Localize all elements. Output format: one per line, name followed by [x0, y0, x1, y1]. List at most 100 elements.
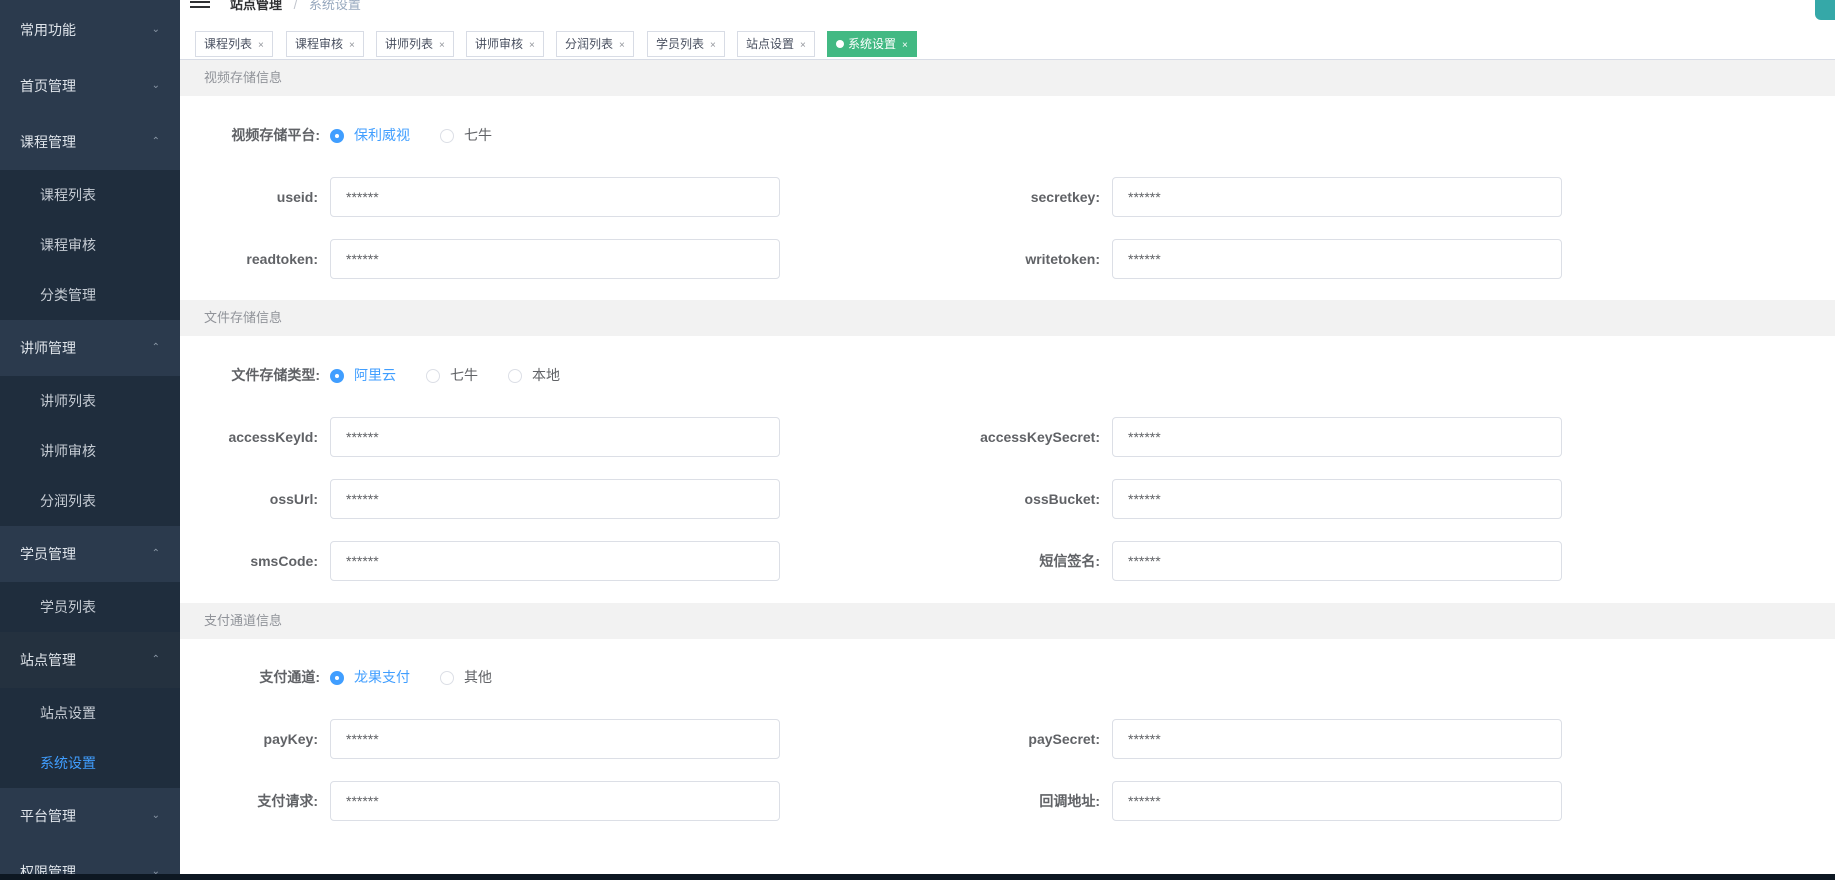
pay-channel-row: 支付通道: 龙果支付 其他 — [180, 665, 880, 689]
sidebar-group-label: 站点管理 — [20, 652, 76, 668]
radio-label: 阿里云 — [354, 367, 396, 383]
radio-label: 本地 — [532, 367, 560, 383]
sidebar-item-profit-list[interactable]: 分润列表 — [0, 476, 180, 526]
radio-checked-icon — [330, 369, 344, 383]
tag-label: 讲师审核 — [475, 37, 524, 51]
tag-profit-list[interactable]: 分润列表 × — [556, 31, 634, 57]
accesskeysecret-input[interactable] — [1112, 417, 1562, 457]
secretkey-input[interactable] — [1112, 177, 1562, 217]
tag-system-settings[interactable]: 系统设置 × — [827, 31, 917, 57]
tag-teacher-list[interactable]: 讲师列表 × — [376, 31, 454, 57]
field-label: 短信签名: — [1039, 553, 1100, 569]
field-label: 回调地址: — [1039, 793, 1100, 809]
tag-course-list[interactable]: 课程列表 × — [195, 31, 273, 57]
window-bottom-edge — [0, 874, 1835, 880]
sidebar-group-label: 讲师管理 — [20, 340, 76, 356]
breadcrumb-current: 系统设置 — [308, 0, 361, 12]
writetoken-input[interactable] — [1112, 239, 1562, 279]
sidebar-group-site[interactable]: 站点管理 ⌃ — [0, 632, 180, 688]
submenu-course: 课程列表 课程审核 分类管理 — [0, 170, 180, 320]
close-icon[interactable]: × — [710, 40, 716, 51]
tag-label: 讲师列表 — [385, 37, 434, 51]
chevron-down-icon: ⌄ — [151, 810, 160, 821]
file-type-label: 文件存储类型: — [231, 367, 320, 383]
radio-label: 保利威视 — [354, 127, 410, 143]
sidebar-item-course-list[interactable]: 课程列表 — [0, 170, 180, 220]
video-platform-row: 视频存储平台: 保利威视 七牛 — [180, 123, 880, 147]
sidebar-group-label: 首页管理 — [20, 78, 76, 94]
chevron-down-icon: ⌄ — [151, 80, 160, 91]
sidebar-group-teacher[interactable]: 讲师管理 ⌃ — [0, 320, 180, 376]
field-writetoken: writetoken: — [180, 239, 1780, 279]
sms-sign-input[interactable] — [1112, 541, 1562, 581]
sidebar-group-label: 权限管理 — [20, 864, 76, 874]
sidebar-item-label: 讲师审核 — [40, 443, 96, 459]
sidebar-group-platform[interactable]: 平台管理 ⌄ — [0, 788, 180, 844]
callback-input[interactable] — [1112, 781, 1562, 821]
sidebar-group-permission[interactable]: 权限管理 ⌄ — [0, 844, 180, 874]
breadcrumb-root[interactable]: 站点管理 — [230, 0, 282, 12]
radio-unchecked-icon — [440, 671, 454, 685]
section-video-storage: 视频存储信息 — [180, 60, 1835, 96]
sidebar-group-home[interactable]: 首页管理 ⌄ — [0, 58, 180, 114]
sidebar-item-site-settings[interactable]: 站点设置 — [0, 688, 180, 738]
tag-student-list[interactable]: 学员列表 × — [647, 31, 725, 57]
settings-corner-button[interactable] — [1815, 0, 1835, 20]
tag-course-review[interactable]: 课程审核 × — [286, 31, 364, 57]
sidebar-item-course-review[interactable]: 课程审核 — [0, 220, 180, 270]
close-icon[interactable]: × — [258, 40, 264, 51]
close-icon[interactable]: × — [529, 40, 535, 51]
field-accesskeysecret: accessKeySecret: — [180, 417, 1780, 457]
sidebar-group-label: 常用功能 — [20, 22, 76, 38]
close-icon[interactable]: × — [439, 40, 445, 51]
sidebar-item-teacher-review[interactable]: 讲师审核 — [0, 426, 180, 476]
sidebar-group-student[interactable]: 学员管理 ⌃ — [0, 526, 180, 582]
tags-view: 课程列表 × 课程审核 × 讲师列表 × 讲师审核 × 分润列表 × 学员列表 × 站点设置… — [180, 24, 1835, 60]
paysecret-input[interactable] — [1112, 719, 1562, 759]
close-icon[interactable]: × — [619, 40, 625, 51]
main-content: 视频存储信息 视频存储平台: 保利威视 七牛 useid: secretkey:… — [180, 60, 1835, 874]
sidebar-item-label: 学员列表 — [40, 599, 96, 615]
tag-label: 系统设置 — [848, 37, 897, 51]
submenu-student: 学员列表 — [0, 582, 180, 632]
close-icon[interactable]: × — [800, 40, 806, 51]
radio-checked-icon — [330, 671, 344, 685]
tag-site-settings[interactable]: 站点设置 × — [737, 31, 815, 57]
sidebar-item-teacher-list[interactable]: 讲师列表 — [0, 376, 180, 426]
radio-checked-icon — [330, 129, 344, 143]
chevron-down-icon: ⌄ — [151, 24, 160, 35]
breadcrumb-separator: / — [293, 0, 298, 12]
sidebar-item-student-list[interactable]: 学员列表 — [0, 582, 180, 632]
field-ossbucket: ossBucket: — [180, 479, 1780, 519]
sidebar-item-category[interactable]: 分类管理 — [0, 270, 180, 320]
sidebar-group-label: 课程管理 — [20, 134, 76, 150]
sidebar-item-label: 课程列表 — [40, 187, 96, 203]
submenu-teacher: 讲师列表 讲师审核 分润列表 — [0, 376, 180, 526]
chevron-up-icon: ⌃ — [151, 342, 160, 353]
tag-teacher-review[interactable]: 讲师审核 × — [466, 31, 544, 57]
submenu-site: 站点设置 系统设置 — [0, 688, 180, 788]
chevron-up-icon: ⌃ — [151, 136, 160, 147]
radio-unchecked-icon — [426, 369, 440, 383]
close-icon[interactable]: × — [902, 40, 908, 51]
close-icon[interactable]: × — [349, 40, 355, 51]
chevron-up-icon: ⌃ — [151, 654, 160, 665]
sidebar-item-system-settings[interactable]: 系统设置 — [0, 738, 180, 788]
field-label: ossBucket: — [1024, 491, 1100, 507]
sidebar-item-label: 课程审核 — [40, 237, 96, 253]
chevron-down-icon: ⌄ — [151, 866, 160, 874]
sidebar-item-label: 系统设置 — [40, 755, 96, 771]
radio-label: 其他 — [464, 669, 492, 685]
breadcrumb: 站点管理 / 系统设置 — [230, 0, 361, 13]
field-paysecret: paySecret: — [180, 719, 1780, 759]
field-label: secretkey: — [1030, 189, 1100, 205]
ossbucket-input[interactable] — [1112, 479, 1562, 519]
field-callback: 回调地址: — [180, 781, 1780, 821]
chevron-up-icon: ⌃ — [151, 548, 160, 559]
sidebar-group-common[interactable]: 常用功能 ⌄ — [0, 2, 180, 58]
sidebar-group-course[interactable]: 课程管理 ⌃ — [0, 114, 180, 170]
section-payment: 支付通道信息 — [180, 603, 1835, 639]
hamburger-icon[interactable] — [190, 0, 210, 8]
radio-unchecked-icon — [440, 129, 454, 143]
radio-label: 龙果支付 — [354, 669, 410, 685]
